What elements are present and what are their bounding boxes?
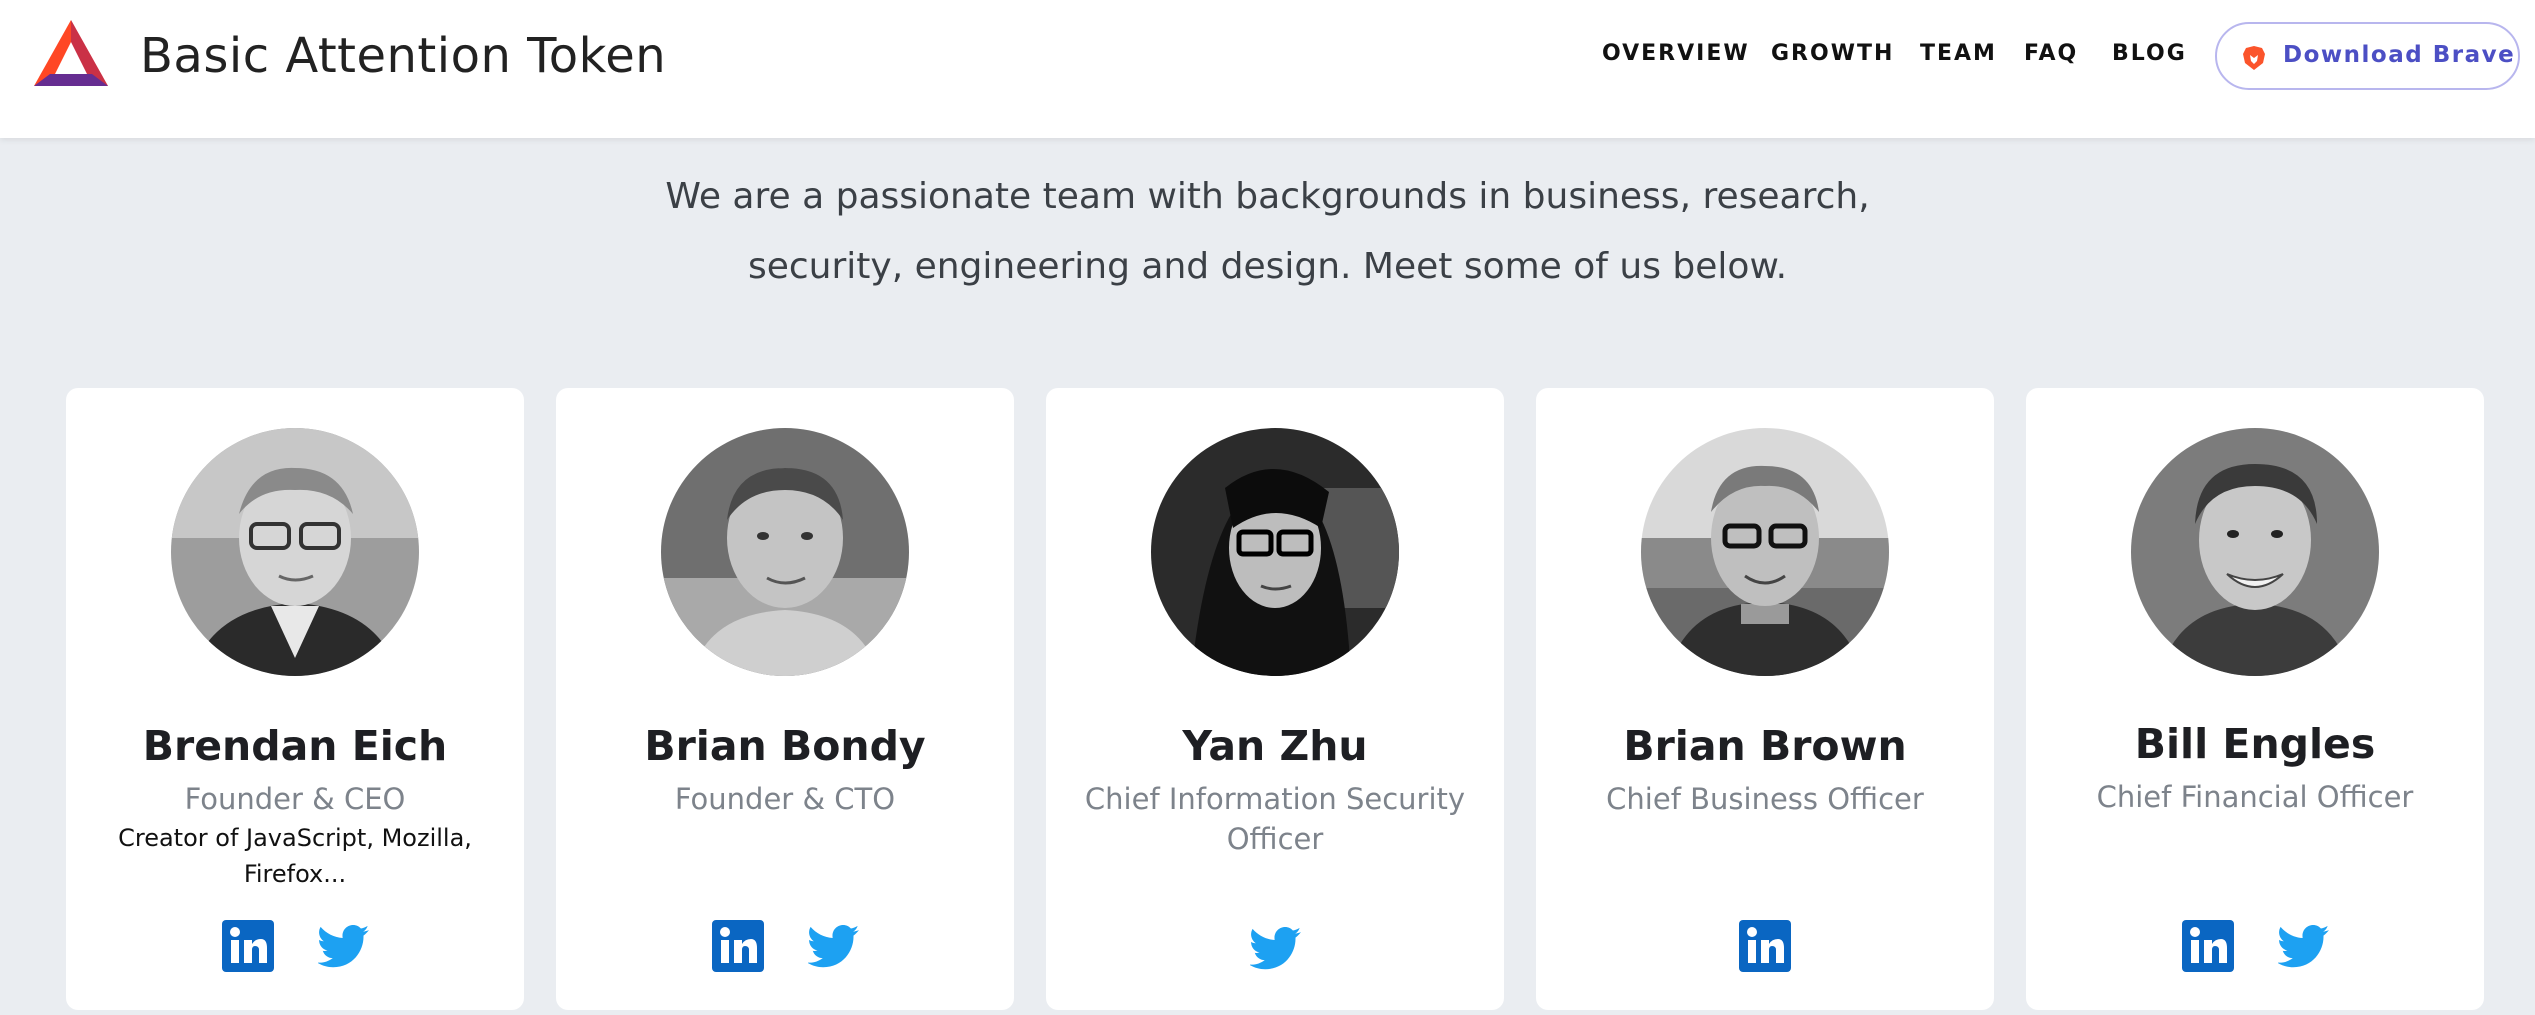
team-card-yan-zhu: Yan Zhu Chief Information Security Offic… — [1046, 388, 1504, 1010]
linkedin-icon[interactable] — [712, 920, 764, 972]
nav-faq[interactable]: FAQ — [2024, 41, 2078, 66]
intro-line-1: We are a passionate team with background… — [665, 176, 1870, 217]
avatar-bill-engles — [2131, 428, 2379, 676]
nav-overview[interactable]: OVERVIEW — [1602, 41, 1750, 66]
member-role: Chief Financial Officer — [2096, 780, 2414, 814]
linkedin-icon[interactable] — [2182, 920, 2234, 972]
brave-lion-icon — [2243, 46, 2265, 70]
member-name: Yan Zhu — [1182, 722, 1368, 770]
download-brave-button[interactable]: Download Brave — [2215, 22, 2520, 90]
twitter-icon[interactable] — [2276, 920, 2330, 972]
member-name: Brendan Eich — [142, 722, 448, 770]
avatar-yan-zhu — [1151, 428, 1399, 676]
brand-title[interactable]: Basic Attention Token — [140, 28, 666, 84]
team-card-brendan-eich: Brendan Eich Founder & CEO Creator of Ja… — [66, 388, 524, 1010]
avatar-brian-bondy — [661, 428, 909, 676]
member-role: Founder & CEO — [184, 782, 406, 816]
member-name: Brian Brown — [1623, 722, 1907, 770]
download-brave-label: Download Brave — [2283, 42, 2516, 68]
linkedin-icon[interactable] — [222, 920, 274, 972]
top-navigation-bar: Basic Attention Token OVERVIEW GROWTH TE… — [0, 0, 2535, 138]
linkedin-icon[interactable] — [1739, 920, 1791, 972]
twitter-icon[interactable] — [1248, 922, 1302, 974]
member-name: Brian Bondy — [644, 722, 926, 770]
nav-growth[interactable]: GROWTH — [1771, 41, 1894, 66]
bat-logo-icon[interactable] — [32, 18, 110, 88]
member-role: Chief Information Security Officer — [1084, 782, 1466, 856]
team-card-brian-brown: Brian Brown Chief Business Officer — [1536, 388, 1994, 1010]
intro-line-2: security, engineering and design. Meet s… — [747, 246, 1788, 287]
avatar-brian-brown — [1641, 428, 1889, 676]
avatar-brendan-eich — [171, 428, 419, 676]
nav-team[interactable]: TEAM — [1920, 41, 1997, 66]
twitter-icon[interactable] — [806, 920, 860, 972]
member-name: Bill Engles — [2134, 720, 2376, 768]
member-description: Creator of JavaScript, Mozilla, Firefox.… — [118, 824, 472, 888]
nav-blog[interactable]: BLOG — [2112, 41, 2187, 66]
member-role: Chief Business Officer — [1606, 782, 1924, 816]
team-card-brian-bondy: Brian Bondy Founder & CTO — [556, 388, 1014, 1010]
team-card-bill-engles: Bill Engles Chief Financial Officer — [2026, 388, 2484, 1010]
twitter-icon[interactable] — [316, 920, 370, 972]
member-role: Founder & CTO — [674, 782, 896, 816]
